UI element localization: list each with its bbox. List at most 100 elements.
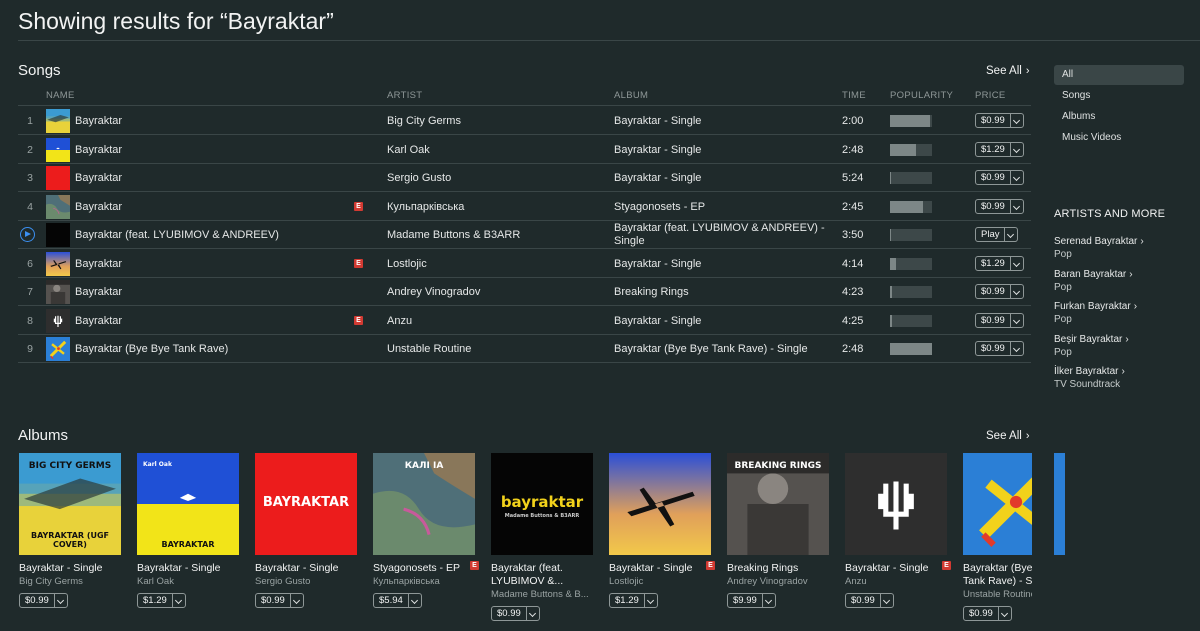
buy-button[interactable]: $0.99 <box>255 593 304 608</box>
price-label[interactable]: $0.99 <box>976 114 1011 127</box>
album-card[interactable]: BAYRAKTAR Bayraktar - Single Sergio Gust… <box>255 453 358 608</box>
album-title-text[interactable]: Bayraktar - Single <box>137 562 220 574</box>
price-label[interactable]: $0.99 <box>976 171 1011 184</box>
song-artist[interactable]: Anzu <box>387 315 412 327</box>
buy-button[interactable]: $0.99 <box>975 341 1024 356</box>
song-name[interactable]: Bayraktar <box>75 144 122 156</box>
song-row[interactable]: 9 Bayraktar (Bye Bye Tank Rave) Unstable… <box>18 335 1031 363</box>
album-card[interactable]: E Bayraktar - Single Lostlojic $1.29 <box>609 453 715 608</box>
song-album[interactable]: Bayraktar - Single <box>614 172 834 185</box>
buy-button[interactable]: $0.99 <box>491 606 540 621</box>
price-label[interactable]: $1.29 <box>138 594 173 607</box>
album-card[interactable]: E Bayraktar - Single Anzu $0.99 <box>845 453 951 608</box>
filter-songs[interactable]: Songs <box>1054 86 1184 106</box>
buy-button[interactable]: $0.99 <box>975 198 1024 214</box>
buy-button[interactable]: $0.99 <box>975 170 1024 185</box>
buy-button[interactable]: Play <box>975 227 1019 242</box>
album-cover[interactable]: BREAKING RINGS <box>727 453 829 555</box>
album-title-text[interactable]: Bayraktar - Single <box>609 562 692 574</box>
artist-link[interactable]: Furkan Bayraktar › Pop <box>1054 300 1137 326</box>
buy-button[interactable]: $5.94 <box>373 593 422 608</box>
chevron-down-icon[interactable] <box>173 594 185 607</box>
song-name[interactable]: Bayraktar <box>75 258 122 270</box>
album-title[interactable]: Bayraktar (feat. LYUBIMOV &... <box>491 562 591 588</box>
song-artist[interactable]: Andrey Vinogradov <box>387 286 480 298</box>
album-title[interactable]: Bayraktar - Single <box>845 562 948 575</box>
album-artist[interactable]: Madame Buttons & B... <box>491 588 594 601</box>
album-cover[interactable] <box>609 453 711 555</box>
buy-button[interactable]: $0.99 <box>975 284 1024 299</box>
buy-button[interactable]: $0.99 <box>19 593 68 608</box>
song-row[interactable]: 4 Bayraktar E Кульпарківська Styagonoset… <box>18 193 1031 221</box>
price-label[interactable]: $0.99 <box>20 594 55 607</box>
album-title-text[interactable]: Styagonosets - EP <box>373 562 460 574</box>
price-label[interactable]: $0.99 <box>964 607 999 620</box>
song-album[interactable]: Bayraktar (feat. LYUBIMOV & ANDREEV) - S… <box>614 222 834 248</box>
album-artist[interactable]: Big City Germs <box>19 575 122 588</box>
album-cover[interactable]: КАЛІ ІА <box>373 453 475 555</box>
artist-link[interactable]: Serenad Bayraktar › Pop <box>1054 235 1144 261</box>
artist-link[interactable]: İlker Bayraktar › TV Soundtrack <box>1054 365 1125 391</box>
album-artist[interactable]: Sergio Gusto <box>255 575 358 588</box>
price-label[interactable]: $0.99 <box>256 594 291 607</box>
price-label[interactable]: $0.99 <box>976 199 1011 213</box>
chevron-down-icon[interactable] <box>1005 228 1017 241</box>
chevron-down-icon[interactable] <box>1011 114 1023 127</box>
album-card[interactable]: КАЛІ ІА E Styagonosets - EP Кульпарківсь… <box>373 453 479 608</box>
album-artist[interactable]: Karl Oak <box>137 575 240 588</box>
buy-button[interactable]: $1.29 <box>137 593 186 608</box>
song-row[interactable]: 2 Bayraktar Karl Oak Bayraktar - Single … <box>18 136 1031 164</box>
album-card[interactable]: bayraktar Madame Buttons & B3ARR Bayrakta… <box>491 453 594 621</box>
filter-all[interactable]: All <box>1054 65 1184 85</box>
album-artist[interactable]: Кульпарківська <box>373 575 476 588</box>
buy-button[interactable]: $0.99 <box>975 113 1024 128</box>
col-album[interactable]: ALBUM <box>614 90 648 101</box>
album-artist[interactable]: Andrey Vinogradov <box>727 575 830 588</box>
price-label[interactable]: $9.99 <box>728 594 763 607</box>
artist-link[interactable]: Baran Bayraktar › Pop <box>1054 268 1133 294</box>
song-row[interactable]: 1 Bayraktar Big City Germs Bayraktar - S… <box>18 107 1031 135</box>
chevron-down-icon[interactable] <box>409 594 421 607</box>
album-card[interactable]: BIG CITY GERMS BAYRAKTAR (UGF COVER) Bayr… <box>19 453 122 608</box>
album-title-text[interactable]: Breaking Rings <box>727 562 798 574</box>
price-label[interactable]: $1.29 <box>610 594 645 607</box>
album-cover[interactable]: Karl Oak BAYRAKTAR <box>137 453 239 555</box>
songs-see-all-link[interactable]: See All › <box>986 65 1029 77</box>
song-name[interactable]: Bayraktar <box>75 315 122 327</box>
song-artist[interactable]: Karl Oak <box>387 144 430 156</box>
song-artist[interactable]: Madame Buttons & B3ARR <box>387 229 520 241</box>
song-name[interactable]: Bayraktar <box>75 201 122 213</box>
song-row[interactable]: Bayraktar (feat. LYUBIMOV & ANDREEV) Mad… <box>18 221 1031 249</box>
chevron-down-icon[interactable] <box>55 594 67 607</box>
song-artist[interactable]: Lostlojic <box>387 258 427 270</box>
chevron-down-icon[interactable] <box>1011 171 1023 184</box>
filter-albums[interactable]: Albums <box>1054 107 1184 127</box>
price-label[interactable]: $0.99 <box>846 594 881 607</box>
album-title-text[interactable]: Bayraktar (feat. LYUBIMOV &... <box>491 562 563 587</box>
album-title[interactable]: Breaking Rings <box>727 562 830 575</box>
buy-button[interactable]: $1.29 <box>975 141 1024 157</box>
buy-button[interactable]: $0.99 <box>845 593 894 608</box>
album-cover[interactable]: BAYRAKTAR <box>255 453 357 555</box>
song-row[interactable]: 3 Bayraktar Sergio Gusto Bayraktar - Sin… <box>18 164 1031 192</box>
song-artist[interactable]: Кульпарківська <box>387 201 464 213</box>
album-title[interactable]: Bayraktar - Single <box>255 562 358 575</box>
artist-name[interactable]: İlker Bayraktar <box>1054 366 1118 377</box>
chevron-down-icon[interactable] <box>291 594 303 607</box>
price-label[interactable]: $0.99 <box>976 313 1011 327</box>
album-artist[interactable]: Anzu <box>845 575 948 588</box>
song-album[interactable]: Styagonosets - EP <box>614 201 834 214</box>
song-name[interactable]: Bayraktar <box>75 172 122 184</box>
chevron-down-icon[interactable] <box>527 607 539 620</box>
album-card[interactable]: BREAKING RINGS Breaking Rings Andrey Vin… <box>727 453 830 608</box>
album-title-text[interactable]: Bayraktar - Single <box>255 562 338 574</box>
artist-name[interactable]: Serenad Bayraktar <box>1054 236 1137 247</box>
album-title-text[interactable]: Bayraktar - Single <box>19 562 102 574</box>
play-icon[interactable] <box>20 227 35 242</box>
album-cover[interactable]: bayraktar Madame Buttons & B3ARR <box>491 453 593 555</box>
album-card[interactable]: Karl Oak BAYRAKTAR Bayraktar - Single Kar… <box>137 453 240 608</box>
chevron-down-icon[interactable] <box>1011 257 1023 270</box>
song-row[interactable]: 7 Bayraktar Andrey Vinogradov Breaking R… <box>18 278 1031 306</box>
song-artist[interactable]: Sergio Gusto <box>387 172 451 184</box>
chevron-down-icon[interactable] <box>645 594 657 607</box>
